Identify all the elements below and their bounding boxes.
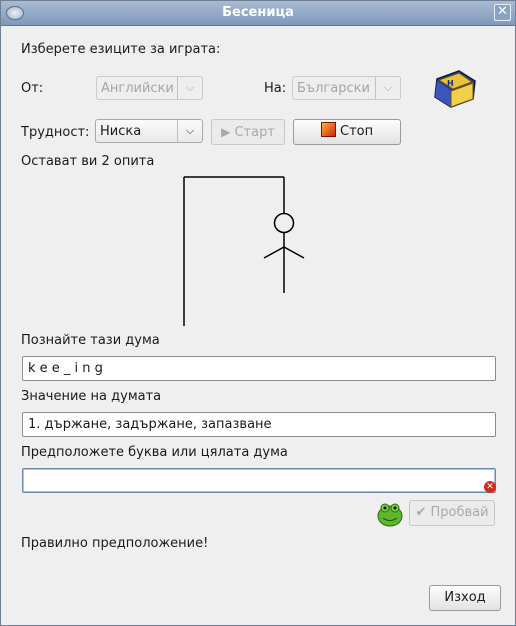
meaning-label: Значение на думата bbox=[21, 389, 162, 404]
to-language-select[interactable]: Български ⌵ bbox=[292, 76, 401, 100]
from-language-value: Английски bbox=[101, 81, 174, 96]
svg-text:H: H bbox=[447, 79, 454, 88]
from-language-select[interactable]: Английски ⌵ bbox=[96, 76, 203, 100]
guess-label: Предположете буква или цялата дума bbox=[21, 445, 288, 460]
chevron-down-icon: ⌵ bbox=[375, 77, 400, 99]
hangman-window: Бесеница ✕ Изберете езиците за играта: О… bbox=[0, 0, 516, 626]
frog-mascot-icon bbox=[377, 503, 403, 527]
stop-button[interactable]: Стоп bbox=[293, 119, 401, 145]
try-button[interactable]: ✔ Пробвай bbox=[409, 500, 495, 526]
window-title: Бесеница bbox=[222, 5, 294, 20]
meaning-field: 1. държане, задържане, запазване bbox=[22, 412, 496, 437]
hangman-drawing bbox=[183, 176, 305, 326]
word-label: Познайте тази дума bbox=[21, 333, 160, 348]
guess-input[interactable] bbox=[22, 468, 496, 493]
difficulty-select[interactable]: Ниска ⌵ bbox=[95, 119, 203, 143]
try-label: Пробвай bbox=[430, 505, 489, 520]
chevron-down-icon: ⌵ bbox=[177, 120, 202, 142]
chevron-down-icon: ⌵ bbox=[177, 77, 202, 99]
checkmark-icon: ✔ bbox=[415, 505, 427, 520]
play-icon: ▶ bbox=[221, 125, 231, 139]
meaning-value: 1. държане, задържане, запазване bbox=[28, 417, 272, 432]
to-language-value: Български bbox=[297, 81, 370, 96]
word-value: k e e _ i n g bbox=[28, 361, 103, 376]
word-field: k e e _ i n g bbox=[22, 356, 496, 381]
exit-label: Изход bbox=[444, 590, 486, 605]
titlebar: Бесеница ✕ bbox=[1, 1, 515, 26]
start-label: Старт bbox=[234, 125, 275, 140]
error-icon: ✕ bbox=[484, 481, 496, 493]
stop-icon bbox=[320, 122, 336, 137]
to-label: На: bbox=[264, 81, 287, 96]
close-icon[interactable]: ✕ bbox=[494, 4, 511, 21]
dictionary-book-icon: H bbox=[434, 70, 476, 108]
guess-result: Правилно предположение! bbox=[21, 536, 209, 551]
from-label: От: bbox=[21, 81, 44, 96]
stop-label: Стоп bbox=[340, 124, 374, 139]
languages-prompt: Изберете езиците за играта: bbox=[21, 42, 221, 57]
exit-button[interactable]: Изход bbox=[429, 585, 501, 611]
difficulty-label: Трудност: bbox=[21, 125, 90, 140]
start-button[interactable]: ▶ Старт bbox=[211, 119, 285, 145]
difficulty-value: Ниска bbox=[100, 124, 142, 139]
attempts-remaining: Остават ви 2 опита bbox=[21, 154, 155, 169]
